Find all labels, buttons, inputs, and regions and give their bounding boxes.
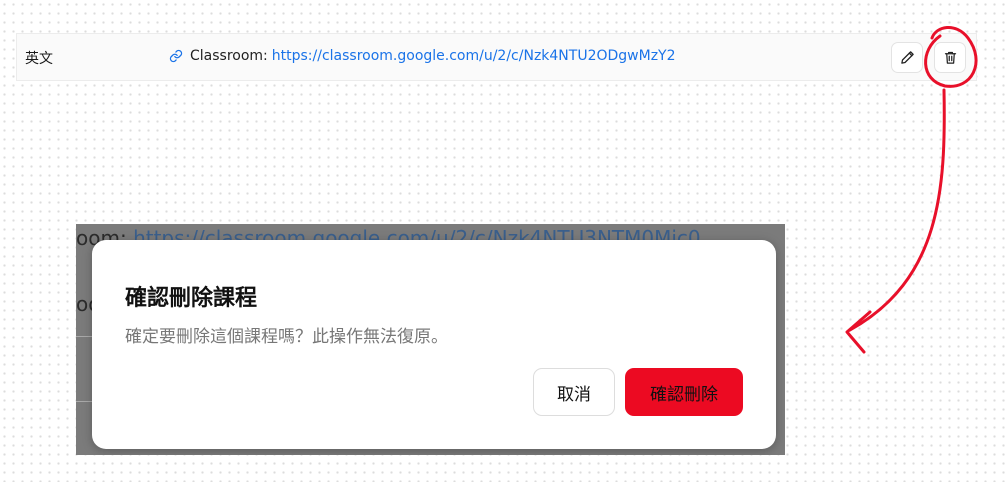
classroom-link-group: Classroom: https://classroom.google.com/…	[169, 48, 676, 64]
course-name: 英文	[25, 51, 53, 67]
modal-title: 確認刪除課程	[125, 286, 258, 311]
link-icon	[169, 49, 183, 63]
trash-icon	[944, 51, 956, 64]
confirm-delete-modal: 確認刪除課程 確定要刪除這個課程嗎？此操作無法復原。 取消 確認刪除	[92, 240, 776, 449]
edit-button[interactable]	[891, 42, 923, 73]
delete-button[interactable]	[934, 42, 966, 73]
confirm-delete-button[interactable]: 確認刪除	[625, 368, 743, 416]
cancel-button[interactable]: 取消	[533, 368, 615, 416]
classroom-link-label: Classroom:	[190, 48, 268, 64]
classroom-link-url[interactable]: https://classroom.google.com/u/2/c/Nzk4N…	[272, 48, 676, 64]
pencil-icon	[900, 51, 914, 64]
modal-description: 確定要刪除這個課程嗎？此操作無法復原。	[125, 327, 448, 347]
dialog-screenshot: oom: https://classroom.google.com/u/2/c/…	[76, 224, 785, 455]
course-row: 英文 Classroom: https://classroom.google.c…	[16, 33, 977, 81]
